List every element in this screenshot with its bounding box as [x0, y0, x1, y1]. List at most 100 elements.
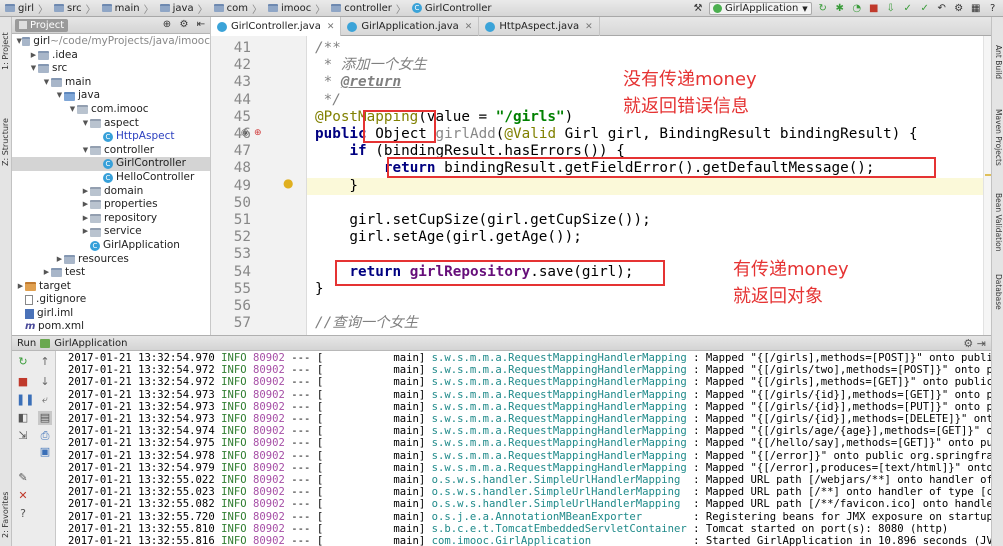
tree-item[interactable]: ▶ domain	[12, 185, 210, 199]
collapsed-arrow-icon[interactable]: ▶	[81, 212, 90, 226]
rerun-icon[interactable]: ↻	[16, 355, 30, 369]
expanded-arrow-icon[interactable]: ▼	[81, 144, 90, 158]
collapsed-arrow-icon[interactable]: ▶	[55, 253, 64, 267]
editor-tab[interactable]: GirlApplication.java ✕	[341, 17, 480, 36]
breadcrumb-item[interactable]: main 〉	[99, 0, 157, 16]
close-tab-icon[interactable]: ✕	[585, 22, 593, 32]
line-number: 49	[233, 177, 251, 194]
scroll-to-end-icon[interactable]: ▤	[38, 411, 52, 425]
close-icon[interactable]: ✕	[16, 489, 30, 503]
vcs-update-icon[interactable]: ⇩	[885, 3, 897, 15]
tree-item[interactable]: ▼ java	[12, 89, 210, 103]
exit-icon[interactable]: ⇲	[16, 429, 30, 443]
expanded-arrow-icon[interactable]: ▼	[55, 89, 64, 103]
tree-item[interactable]: ▶ target	[12, 280, 210, 294]
clear-all-icon[interactable]: ▣	[38, 445, 52, 459]
vcs-history-icon[interactable]: ✓	[919, 3, 931, 15]
expanded-arrow-icon[interactable]: ▼	[42, 76, 51, 90]
breadcrumb-item[interactable]: controller 〉	[328, 0, 409, 16]
stop-icon[interactable]: ■	[16, 375, 30, 389]
tree-item[interactable]: C HttpAspect	[12, 130, 210, 144]
expanded-arrow-icon[interactable]: ▼	[81, 117, 90, 131]
breadcrumb-item[interactable]: src 〉	[51, 0, 99, 16]
tree-item[interactable]: ▼ main	[12, 76, 210, 90]
hide-panel-icon[interactable]: ⇤	[195, 19, 207, 31]
request-mapping-icon[interactable]: ⊕	[254, 128, 262, 138]
rerun-icon[interactable]: ↻	[817, 3, 829, 15]
tree-item[interactable]: ▶ test	[12, 266, 210, 280]
log-line: 2017-01-21 13:32:54.970 INFO 80902 --- […	[68, 352, 991, 364]
bean-validation-tab[interactable]: Bean Validation	[992, 182, 1003, 262]
stop-icon[interactable]: ■	[868, 3, 880, 15]
run-configuration-select[interactable]: GirlApplication ▼	[709, 2, 812, 15]
expanded-arrow-icon[interactable]: ▼	[29, 62, 38, 76]
help-icon[interactable]: ?	[987, 3, 999, 15]
coverage-icon[interactable]: ◔	[851, 3, 863, 15]
tree-item[interactable]: C GirlController	[12, 157, 210, 171]
tree-item[interactable]: ▼ controller	[12, 144, 210, 158]
tree-item[interactable]: girl.iml	[12, 307, 210, 321]
revert-icon[interactable]: ↶	[936, 3, 948, 15]
tree-item[interactable]: ▶ resources	[12, 253, 210, 267]
collapsed-arrow-icon[interactable]: ▶	[81, 198, 90, 212]
project-tool-tab[interactable]: 1: Project	[0, 21, 12, 81]
editor-tab[interactable]: HttpAspect.java ✕	[479, 17, 600, 36]
collapsed-arrow-icon[interactable]: ▶	[81, 185, 90, 199]
highlight-box-return-error	[387, 157, 936, 178]
pause-icon[interactable]: ❚❚	[16, 393, 34, 407]
close-tab-icon[interactable]: ✕	[465, 22, 473, 32]
gear-icon[interactable]: ⚙	[178, 19, 190, 31]
editor-tab[interactable]: GirlController.java ✕	[211, 17, 342, 36]
lightbulb-icon[interactable]: ●	[283, 176, 293, 190]
collapsed-arrow-icon[interactable]: ▶	[16, 280, 25, 294]
hammer-icon[interactable]: ⚒	[692, 3, 704, 15]
collapsed-arrow-icon[interactable]: ▶	[81, 225, 90, 239]
ant-build-tab[interactable]: Ant Build	[992, 37, 1003, 87]
tree-item[interactable]: ▶ properties	[12, 198, 210, 212]
structure-icon[interactable]: ▦	[970, 3, 982, 15]
debug-icon[interactable]: ✱	[834, 3, 846, 15]
close-tab-icon[interactable]: ✕	[327, 22, 335, 32]
tree-item[interactable]: .gitignore	[12, 293, 210, 307]
run-console[interactable]: 2017-01-21 13:32:54.970 INFO 80902 --- […	[56, 351, 991, 546]
maven-projects-tab[interactable]: Maven Projects	[992, 97, 1003, 177]
tree-item[interactable]: ▼ com.imooc	[12, 103, 210, 117]
folder-icon	[159, 4, 170, 12]
breadcrumb-separator-icon: 〉	[38, 4, 49, 16]
dump-threads-icon[interactable]: ◧	[16, 411, 30, 425]
project-view-selector[interactable]: Project	[15, 18, 69, 32]
favorites-tool-tab[interactable]: 2: Favorites	[0, 485, 12, 545]
tree-item[interactable]: m pom.xml	[12, 320, 210, 334]
vcs-commit-icon[interactable]: ✓	[902, 3, 914, 15]
editor-scrollbar[interactable]	[983, 36, 991, 335]
code-editor[interactable]: //查询一个女生} return girlRepository.save(gir…	[307, 36, 983, 335]
collapsed-arrow-icon[interactable]: ▶	[42, 266, 51, 280]
scroll-down-icon[interactable]: ↓	[38, 375, 52, 389]
tree-item[interactable]: C GirlApplication	[12, 239, 210, 253]
scroll-up-icon[interactable]: ↑	[38, 355, 52, 369]
database-tab[interactable]: Database	[992, 267, 1003, 317]
breadcrumb-item[interactable]: java 〉	[157, 0, 211, 16]
tree-item[interactable]: ▶ .idea	[12, 49, 210, 63]
breadcrumb-item[interactable]: imooc 〉	[265, 0, 328, 16]
tree-item[interactable]: ▶ service	[12, 225, 210, 239]
breadcrumb-item[interactable]: C GirlController	[409, 0, 495, 16]
collapsed-arrow-icon[interactable]: ▶	[29, 49, 38, 63]
tree-item[interactable]: ▼ girl ~/code/myProjects/java/imooc	[12, 35, 210, 49]
help-icon[interactable]: ?	[16, 507, 30, 521]
editor-tabs: GirlController.java ✕ GirlApplication.java…	[211, 17, 991, 36]
tree-item[interactable]: C HelloController	[12, 171, 210, 185]
breadcrumb-item[interactable]: com 〉	[211, 0, 265, 16]
breadcrumb-item[interactable]: girl 〉	[2, 0, 51, 16]
gear-icon[interactable]: ⚙ ⇥	[963, 337, 986, 350]
print-icon[interactable]: ⎙	[38, 429, 52, 443]
pin-icon[interactable]: ✎	[16, 471, 30, 485]
expanded-arrow-icon[interactable]: ▼	[68, 103, 77, 117]
settings-icon[interactable]: ⚙	[953, 3, 965, 15]
tree-item[interactable]: ▼ src	[12, 62, 210, 76]
soft-wrap-icon[interactable]: ⤶	[38, 393, 52, 407]
structure-tool-tab[interactable]: Z: Structure	[0, 107, 12, 177]
tree-item[interactable]: ▼ aspect	[12, 117, 210, 131]
tree-item[interactable]: ▶ repository	[12, 212, 210, 226]
sync-icon[interactable]: ⊕	[161, 19, 173, 31]
